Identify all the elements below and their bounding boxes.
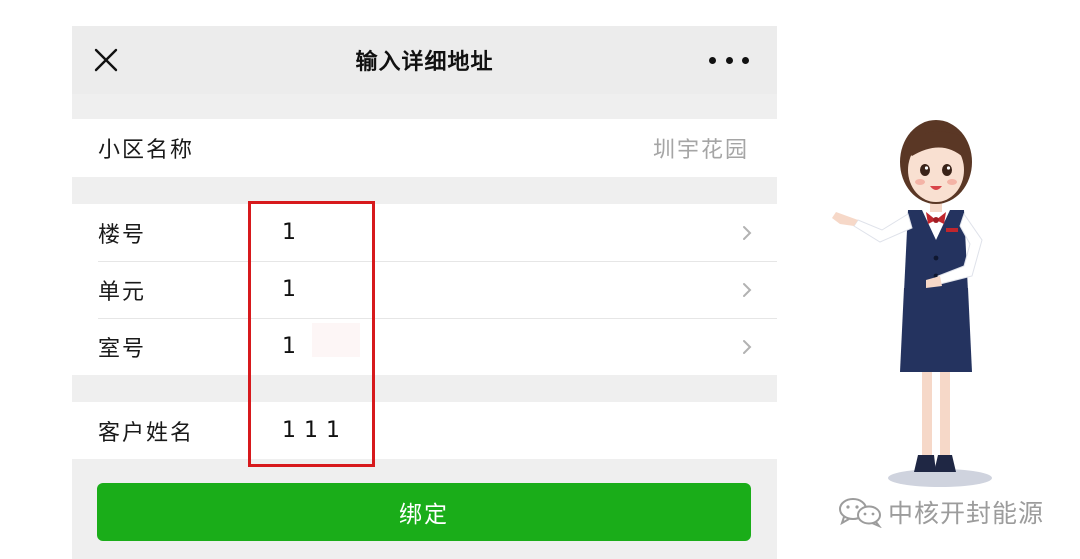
- community-row[interactable]: 小区名称 圳宇花园: [72, 119, 777, 176]
- chevron-right-icon: [743, 225, 752, 240]
- more-dots-icon[interactable]: [709, 50, 749, 70]
- customer-value[interactable]: 111: [282, 418, 348, 443]
- room-label: 室号: [98, 336, 147, 362]
- unit-row[interactable]: 单元 1: [72, 261, 777, 318]
- building-row[interactable]: 楼号 1: [72, 204, 777, 261]
- bind-button[interactable]: 绑定: [97, 483, 751, 541]
- attendant-illustration: [832, 120, 992, 487]
- watermark: 中核开封能源: [836, 494, 1044, 530]
- address-group: 楼号 1 单元 1 室号 1: [72, 204, 777, 375]
- watermark-text: 中核开封能源: [888, 499, 1045, 528]
- building-value[interactable]: 1: [282, 220, 304, 245]
- unit-label: 单元: [98, 279, 147, 305]
- bind-button-label: 绑定: [399, 502, 449, 528]
- close-icon[interactable]: [90, 44, 122, 76]
- community-group: 小区名称 圳宇花园: [72, 119, 777, 177]
- room-row[interactable]: 室号 1: [72, 318, 777, 375]
- community-label: 小区名称: [98, 137, 195, 163]
- community-value: 圳宇花园: [652, 137, 749, 163]
- nav-bar: 输入详细地址: [72, 26, 777, 94]
- customer-label: 客户姓名: [98, 420, 195, 446]
- phone-screen: 输入详细地址 小区名称 圳宇花园 楼号 1 单元 1 室号 1 客户姓名 111…: [72, 26, 777, 559]
- screenshot: 输入详细地址 小区名称 圳宇花园 楼号 1 单元 1 室号 1 客户姓名 111…: [0, 0, 1080, 559]
- building-label: 楼号: [98, 222, 147, 248]
- wechat-icon: [839, 498, 882, 528]
- unit-value[interactable]: 1: [282, 277, 304, 302]
- chevron-right-icon: [743, 339, 752, 354]
- customer-row[interactable]: 客户姓名 111: [72, 402, 777, 459]
- customer-group: 客户姓名 111: [72, 402, 777, 459]
- page-title: 输入详细地址: [355, 50, 494, 75]
- faint-mark: [312, 323, 360, 357]
- room-value[interactable]: 1: [282, 334, 304, 359]
- chevron-right-icon: [743, 282, 752, 297]
